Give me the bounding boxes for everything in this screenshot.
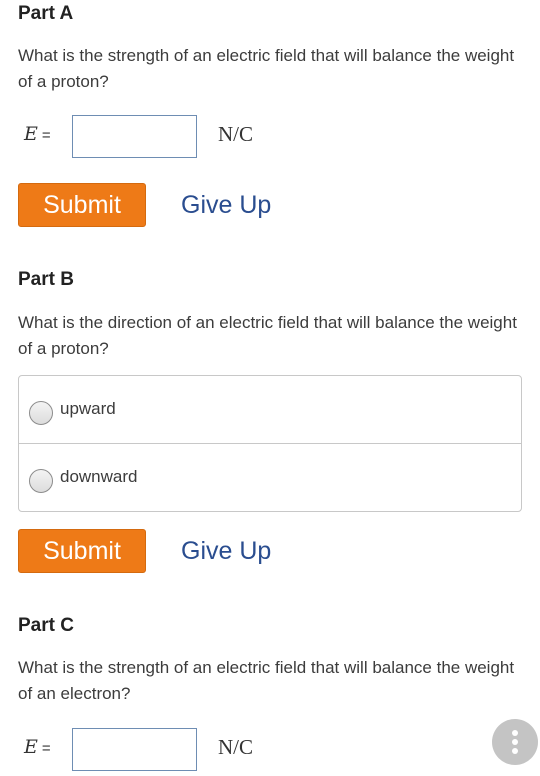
part-b-give-up-link[interactable]: Give Up [181, 537, 271, 566]
part-a-equation-label: E = [24, 123, 51, 145]
choice-upward[interactable]: upward [19, 376, 521, 443]
part-a-variable: E [24, 123, 38, 145]
part-b-submit-button[interactable]: Submit [18, 529, 146, 573]
part-c-variable: E [24, 736, 38, 758]
part-a-give-up-link[interactable]: Give Up [181, 191, 271, 220]
choice-downward[interactable]: downward [19, 443, 521, 511]
part-b-choice-list: upward downward [18, 375, 522, 512]
more-options-button[interactable] [492, 719, 538, 765]
part-c-answer-input[interactable] [72, 728, 197, 771]
part-c-equals: = [41, 740, 51, 757]
choice-downward-label: downward [60, 467, 138, 486]
part-c-equation-label: E = [24, 736, 51, 758]
part-a-answer-input[interactable] [72, 115, 197, 158]
radio-downward[interactable] [29, 469, 53, 493]
part-a-equals: = [41, 127, 51, 144]
part-a-title: Part A [18, 3, 74, 24]
part-b-title: Part B [18, 269, 74, 290]
part-a-submit-button[interactable]: Submit [18, 183, 146, 227]
choice-upward-label: upward [60, 399, 116, 418]
part-c-title: Part C [18, 615, 74, 636]
radio-upward[interactable] [29, 401, 53, 425]
part-a-question: What is the strength of an electric fiel… [18, 46, 515, 91]
part-c-unit: N/C [218, 735, 254, 759]
part-b-question: What is the direction of an electric fie… [18, 313, 517, 358]
part-a-unit: N/C [218, 122, 254, 146]
part-c-question: What is the strength of an electric fiel… [18, 658, 515, 703]
